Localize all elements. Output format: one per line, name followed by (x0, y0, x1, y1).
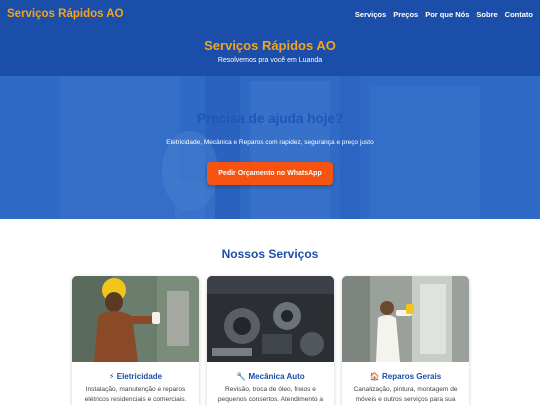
cleaning-photo (342, 276, 469, 362)
engine-photo (207, 276, 334, 362)
nav-link-por-que-nos[interactable]: Por que Nós (425, 10, 469, 19)
service-description-reparos: Canalização, pintura, montagem de móveis… (353, 386, 458, 403)
service-title-label: Eletricidade (116, 372, 163, 381)
navbar: Serviços Rápidos AO Serviços Preços Por … (0, 0, 540, 28)
service-title-eletricidade: ⚡ Eletricidade (72, 372, 199, 381)
brand-logo[interactable]: Serviços Rápidos AO (7, 8, 124, 20)
nav-link-sobre[interactable]: Sobre (476, 10, 497, 19)
service-title-mecanica: 🔧 Mecânica Auto (207, 372, 334, 381)
page-title: Serviços Rápidos AO (204, 38, 336, 53)
hero-overlay (0, 76, 540, 219)
service-description-eletricidade: Instalação, manutenção e reparos elétric… (84, 386, 187, 403)
services-section-title: Nossos Serviços (221, 247, 319, 261)
nav-link-precos[interactable]: Preços (393, 10, 418, 19)
service-title-reparos: 🏠 Reparos Gerais (342, 372, 469, 381)
house-icon: 🏠 (369, 372, 380, 381)
whatsapp-quote-button[interactable]: Pedir Orçamento no WhatsApp (207, 162, 333, 185)
electrician-photo (72, 276, 199, 362)
service-card-mecanica[interactable]: 🔧 Mecânica Auto Revisão, troca de óleo, … (207, 276, 334, 405)
page-subtitle: Resolvemos pra você em Luanda (217, 57, 323, 64)
service-card-eletricidade[interactable]: ⚡ Eletricidade Instalação, manutenção e … (72, 276, 199, 405)
service-card-reparos[interactable]: 🏠 Reparos Gerais Canalização, pintura, m… (342, 276, 469, 405)
hero-text: Eletricidade, Mecânica e Reparos com rap… (166, 139, 374, 146)
service-description-mecanica: Revisão, troca de óleo, freios e pequeno… (217, 386, 324, 403)
service-title-label: Mecânica Auto (248, 372, 305, 381)
service-title-label: Reparos Gerais (382, 372, 442, 381)
wrench-icon: 🔧 (236, 372, 247, 381)
lightning-icon: ⚡ (108, 372, 115, 381)
page-header: Serviços Rápidos AO Resolvemos pra você … (0, 28, 540, 76)
nav-links: Serviços Preços Por que Nós Sobre Contat… (355, 10, 533, 19)
hero-section: Precisa de ajuda hoje? Eletricidade, Mec… (0, 76, 540, 219)
nav-link-servicos[interactable]: Serviços (355, 10, 386, 19)
nav-link-contato[interactable]: Contato (505, 10, 533, 19)
hero-title: Precisa de ajuda hoje? (196, 111, 344, 126)
